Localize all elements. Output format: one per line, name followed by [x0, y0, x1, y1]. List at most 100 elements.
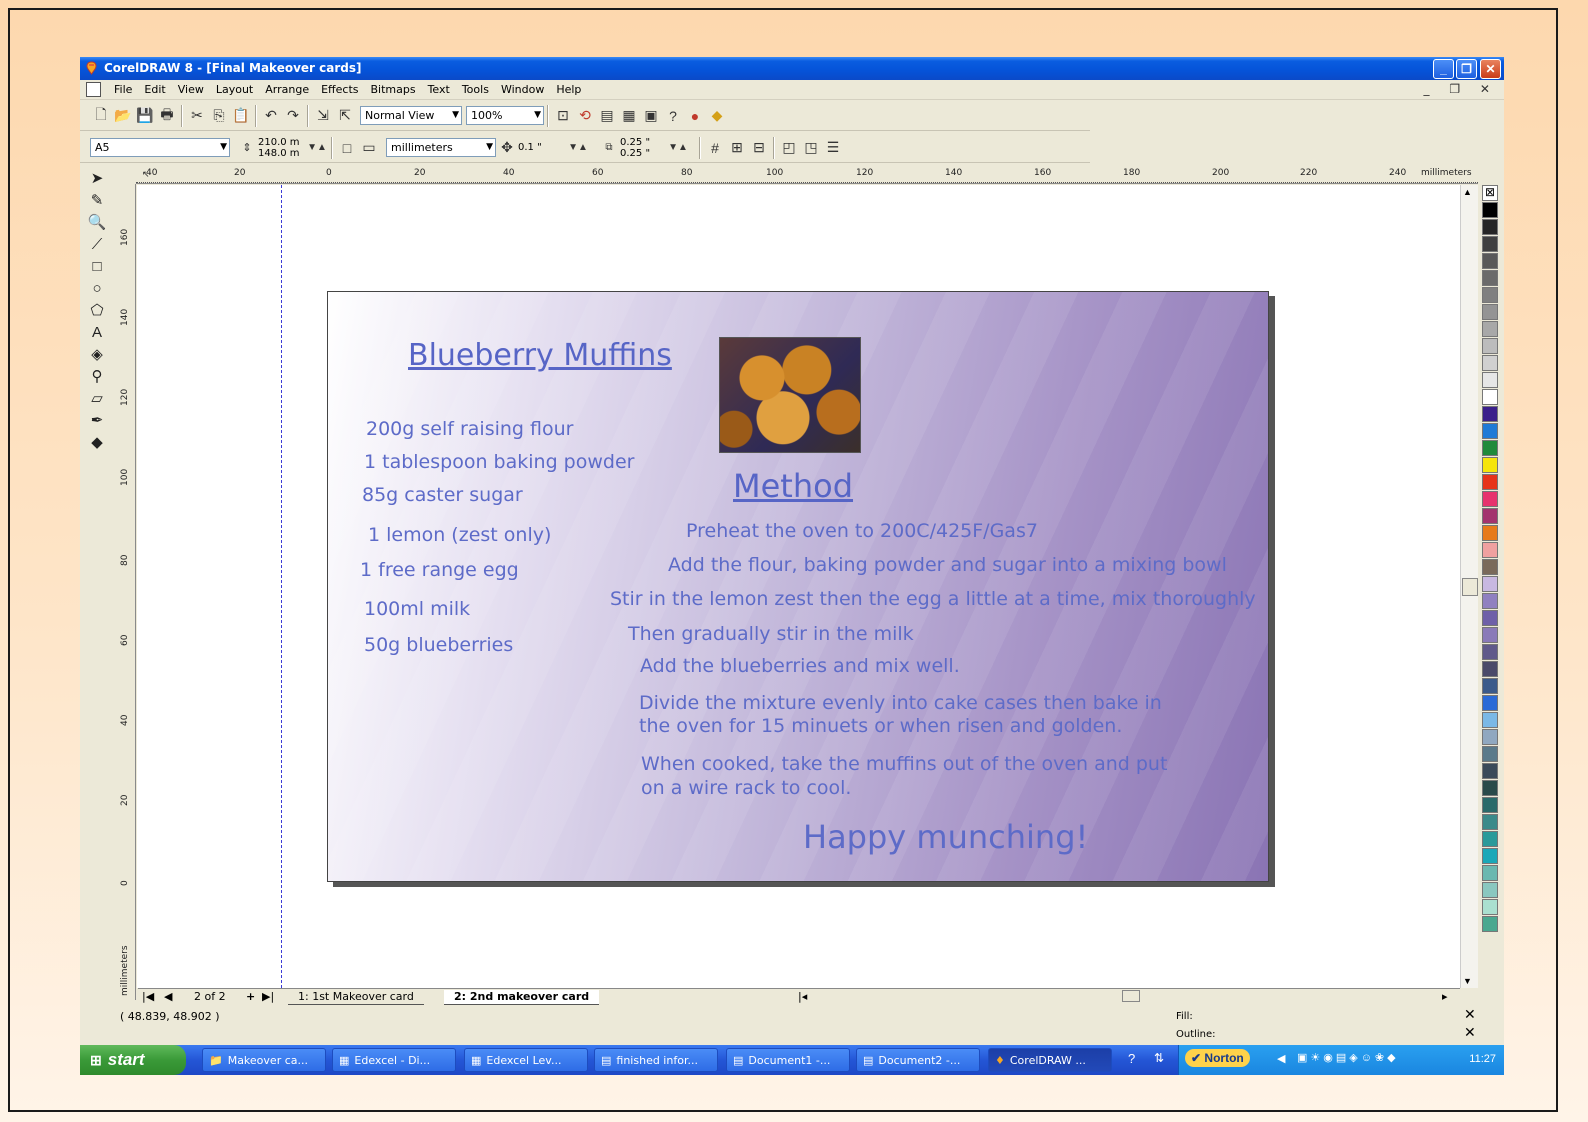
- color-swatch[interactable]: [1482, 593, 1498, 609]
- color-swatch[interactable]: [1482, 644, 1498, 660]
- horizontal-ruler[interactable]: ↖ 40 20 0 20 40 60 80 100 120 140 160 18…: [136, 167, 1478, 184]
- ingredient[interactable]: 100ml milk: [364, 598, 470, 620]
- menu-window[interactable]: Window: [495, 83, 550, 96]
- menu-effects[interactable]: Effects: [315, 83, 364, 96]
- whats-this-icon[interactable]: ?: [662, 105, 684, 127]
- document-window-controls[interactable]: _ ❐ ✕: [1424, 82, 1498, 96]
- color-swatch[interactable]: [1482, 899, 1498, 915]
- stepper-icon[interactable]: ▼▲: [558, 137, 598, 159]
- apple-icon[interactable]: ●: [684, 105, 706, 127]
- scroll-up-icon[interactable]: ▲: [1463, 187, 1472, 197]
- outline-tool-icon[interactable]: ✒: [80, 409, 114, 431]
- tab-page-2[interactable]: 2: 2nd makeover card: [444, 990, 600, 1005]
- fill-tool-icon[interactable]: ◆: [80, 431, 114, 453]
- color-swatch[interactable]: [1482, 661, 1498, 677]
- color-swatch[interactable]: [1482, 508, 1498, 524]
- paint-icon[interactable]: ◆: [706, 105, 728, 127]
- eyedropper-tool-icon[interactable]: ⚲: [80, 365, 114, 387]
- duplicate-y-value[interactable]: 0.25 ": [620, 148, 660, 159]
- units-select[interactable]: millimeters ▼: [386, 138, 496, 157]
- color-swatch[interactable]: [1482, 746, 1498, 762]
- extrude-tool-icon[interactable]: ▱: [80, 387, 114, 409]
- vertical-ruler[interactable]: 160 140 120 100 80 60 40 20 0 millimeter…: [118, 184, 136, 1000]
- ingredient[interactable]: 85g caster sugar: [362, 484, 523, 506]
- scrapbook-icon[interactable]: ▣: [640, 105, 662, 127]
- color-swatch[interactable]: [1482, 253, 1498, 269]
- snap-to-grid-icon[interactable]: #: [704, 137, 726, 159]
- color-swatch[interactable]: [1482, 797, 1498, 813]
- color-swatch[interactable]: [1482, 865, 1498, 881]
- menu-edit[interactable]: Edit: [138, 83, 171, 96]
- save-icon[interactable]: 💾: [134, 105, 156, 127]
- menu-view[interactable]: View: [172, 83, 210, 96]
- color-swatch[interactable]: [1482, 916, 1498, 932]
- start-button[interactable]: ⊞ start: [80, 1045, 186, 1075]
- taskbar-item-coreldraw[interactable]: ♦ CorelDRAW ...: [988, 1048, 1112, 1072]
- pick-tool-icon[interactable]: ➤: [80, 167, 114, 189]
- color-swatch[interactable]: [1482, 831, 1498, 847]
- restore-button[interactable]: ❐: [1456, 59, 1477, 79]
- zoom-select[interactable]: 100% ▼: [466, 106, 544, 125]
- color-swatch[interactable]: [1482, 372, 1498, 388]
- color-swatch[interactable]: [1482, 457, 1498, 473]
- taskbar-item-word[interactable]: ▤ Document2 -...: [856, 1048, 980, 1072]
- options-icon[interactable]: ☰: [822, 137, 844, 159]
- page-height-value[interactable]: 148.0 m: [258, 148, 306, 159]
- color-swatch[interactable]: [1482, 678, 1498, 694]
- method-step[interactable]: Then gradually stir in the milk: [628, 623, 914, 645]
- view-mode-select[interactable]: Normal View ▼: [360, 106, 462, 125]
- no-fill-icon[interactable]: ✕: [1464, 1007, 1476, 1023]
- paper-size-select[interactable]: A5 ▼: [90, 138, 230, 157]
- ingredient[interactable]: 50g blueberries: [364, 634, 513, 656]
- color-swatch[interactable]: [1482, 712, 1498, 728]
- closing-text[interactable]: Happy munching!: [803, 818, 1088, 856]
- freehand-tool-icon[interactable]: ⟋: [80, 233, 114, 255]
- polygon-tool-icon[interactable]: ⬠: [80, 299, 114, 321]
- paste-icon[interactable]: 📋: [230, 105, 252, 127]
- page-width-value[interactable]: 210.0 m: [258, 137, 306, 148]
- add-page-icon[interactable]: +: [246, 990, 255, 1003]
- menu-bitmaps[interactable]: Bitmaps: [364, 83, 421, 96]
- stepper-icon[interactable]: ▼▲: [306, 137, 328, 159]
- redo-icon[interactable]: ↷: [282, 105, 304, 127]
- color-swatch[interactable]: [1482, 780, 1498, 796]
- ingredient[interactable]: 1 free range egg: [360, 559, 519, 581]
- method-heading[interactable]: Method: [733, 467, 853, 505]
- scroll-left-icon[interactable]: |◂: [798, 990, 807, 1003]
- chevron-left-icon[interactable]: ◀: [1277, 1052, 1285, 1065]
- tab-page-1[interactable]: 1: 1st Makeover card: [288, 990, 424, 1005]
- network-tray-icon[interactable]: ⇅: [1154, 1051, 1164, 1065]
- portrait-icon[interactable]: □: [336, 137, 358, 159]
- method-step[interactable]: Add the flour, baking powder and sugar i…: [668, 554, 1227, 576]
- method-step[interactable]: Preheat the oven to 200C/425F/Gas7: [686, 520, 1038, 542]
- ellipse-tool-icon[interactable]: ○: [80, 277, 114, 299]
- rectangle-tool-icon[interactable]: □: [80, 255, 114, 277]
- menu-arrange[interactable]: Arrange: [259, 83, 315, 96]
- taskbar-item-excel[interactable]: ▦ Edexcel - Di...: [332, 1048, 456, 1072]
- color-swatch[interactable]: [1482, 729, 1498, 745]
- no-fill-swatch[interactable]: ⊠: [1482, 185, 1498, 201]
- text-tool-icon[interactable]: A: [80, 321, 114, 343]
- ingredient[interactable]: 1 tablespoon baking powder: [364, 451, 634, 473]
- close-button[interactable]: ✕: [1480, 59, 1501, 79]
- method-step[interactable]: When cooked, take the muffins out of the…: [641, 753, 1167, 775]
- color-swatch[interactable]: [1482, 321, 1498, 337]
- minimize-button[interactable]: _: [1433, 59, 1454, 79]
- norton-badge[interactable]: ✔ Norton: [1185, 1049, 1250, 1067]
- menu-text[interactable]: Text: [422, 83, 456, 96]
- new-file-icon[interactable]: 🗋: [90, 105, 112, 127]
- taskbar-item-excel[interactable]: ▦ Edexcel Lev...: [464, 1048, 588, 1072]
- guideline[interactable]: [281, 185, 282, 988]
- last-page-icon[interactable]: ▶|: [262, 990, 274, 1003]
- cut-icon[interactable]: ✂: [186, 105, 208, 127]
- drawing-canvas[interactable]: Blueberry Muffins 200g self raising flou…: [137, 185, 1463, 988]
- color-swatch[interactable]: [1482, 236, 1498, 252]
- vertical-scrollbar[interactable]: ▲ ▼: [1460, 185, 1478, 988]
- first-page-icon[interactable]: |◀: [142, 990, 154, 1003]
- color-swatch[interactable]: [1482, 202, 1498, 218]
- color-swatch[interactable]: [1482, 355, 1498, 371]
- application-launcher-icon[interactable]: ▤: [596, 105, 618, 127]
- horizontal-scroll-thumb[interactable]: [1122, 990, 1140, 1002]
- taskbar-item-word[interactable]: ▤ Document1 -...: [726, 1048, 850, 1072]
- color-swatch[interactable]: [1482, 270, 1498, 286]
